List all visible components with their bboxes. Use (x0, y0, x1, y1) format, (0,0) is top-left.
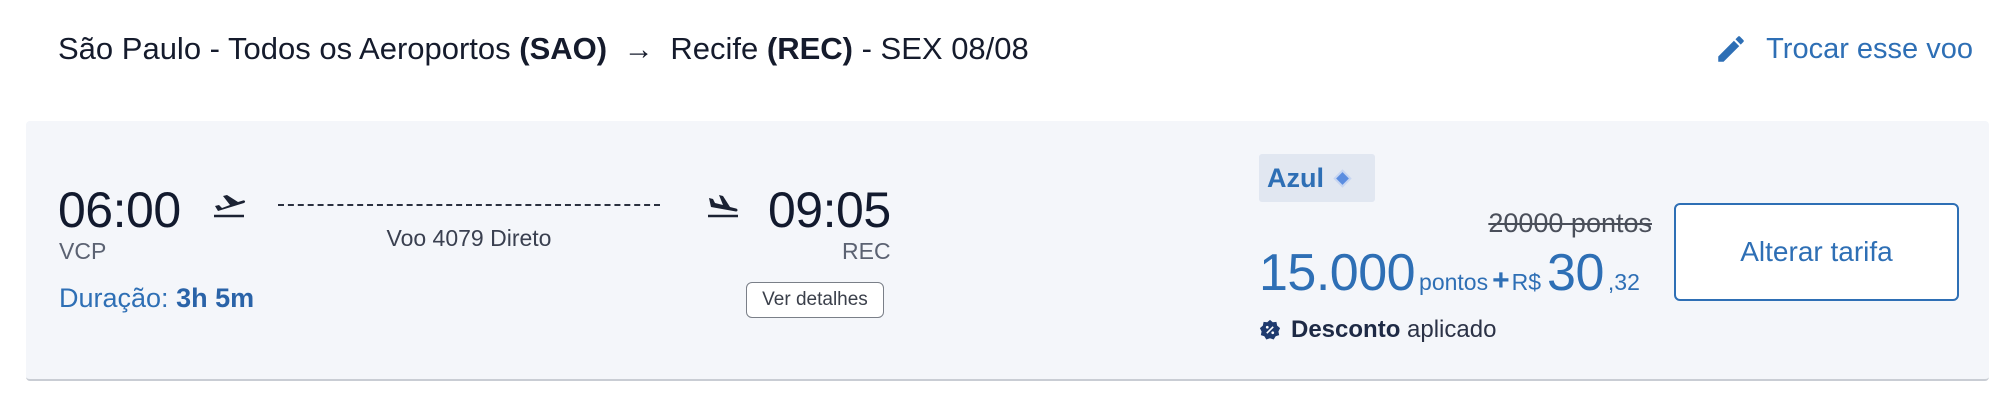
airline-badge: Azul (1259, 154, 1375, 202)
arrival-time: 09:05 (768, 182, 891, 238)
discount-bold: Desconto (1291, 316, 1401, 343)
price-plus: + (1492, 264, 1510, 297)
price-cash-integer: 30 (1547, 244, 1604, 302)
airplane-takeoff-icon (214, 195, 246, 218)
departure-airport: VCP (59, 238, 107, 264)
details-button[interactable]: Ver detalhes (746, 282, 884, 318)
flight-header: São Paulo - Todos os Aeroportos (SAO) → … (58, 26, 1973, 72)
route-title: São Paulo - Todos os Aeroportos (SAO) → … (58, 31, 1029, 67)
flight-duration: Duração: 3h 5m (59, 283, 254, 314)
change-fare-button[interactable]: Alterar tarifa (1674, 203, 1959, 301)
destination-city: Recife (670, 31, 759, 66)
price-currency: R$ (1511, 269, 1542, 295)
discount-rest: aplicado (1407, 316, 1497, 343)
flight-info: Voo 4079 Direto (386, 225, 552, 251)
flight-card: 06:00 VCP Voo 4079 Direto 09:05 REC Dura… (26, 121, 1989, 381)
discount-badge-icon (1259, 319, 1281, 340)
duration-label: Duração: (59, 283, 169, 313)
discount-applied: Desconto aplicado (1259, 316, 1496, 344)
old-price: 20000 pontos (1488, 208, 1652, 238)
arrow-right-icon: → (623, 33, 654, 66)
pencil-icon (1718, 36, 1744, 62)
route-line (278, 204, 660, 206)
origin-code: (SAO) (519, 31, 608, 66)
airline-name: Azul (1267, 162, 1324, 193)
duration-value: 3h 5m (176, 283, 255, 313)
price-points: 15.000 (1259, 244, 1416, 302)
airplane-landing-icon (708, 195, 738, 218)
change-flight-link[interactable]: Trocar esse voo (1714, 26, 1973, 72)
departure-time: 06:00 (58, 182, 181, 238)
fare-price: 15.000 pontos + R$ 30 ,32 (1259, 243, 1640, 303)
destination-code: (REC) (766, 31, 853, 66)
price-cash-cents: ,32 (1607, 269, 1640, 295)
diamond-icon (1336, 171, 1349, 185)
origin-city: São Paulo - Todos os Aeroportos (58, 31, 511, 66)
price-points-unit: pontos (1419, 269, 1489, 295)
travel-date: - SEX 08/08 (861, 31, 1029, 66)
arrival-airport: REC (842, 238, 891, 264)
change-flight-label[interactable]: Trocar esse voo (1766, 33, 1973, 66)
